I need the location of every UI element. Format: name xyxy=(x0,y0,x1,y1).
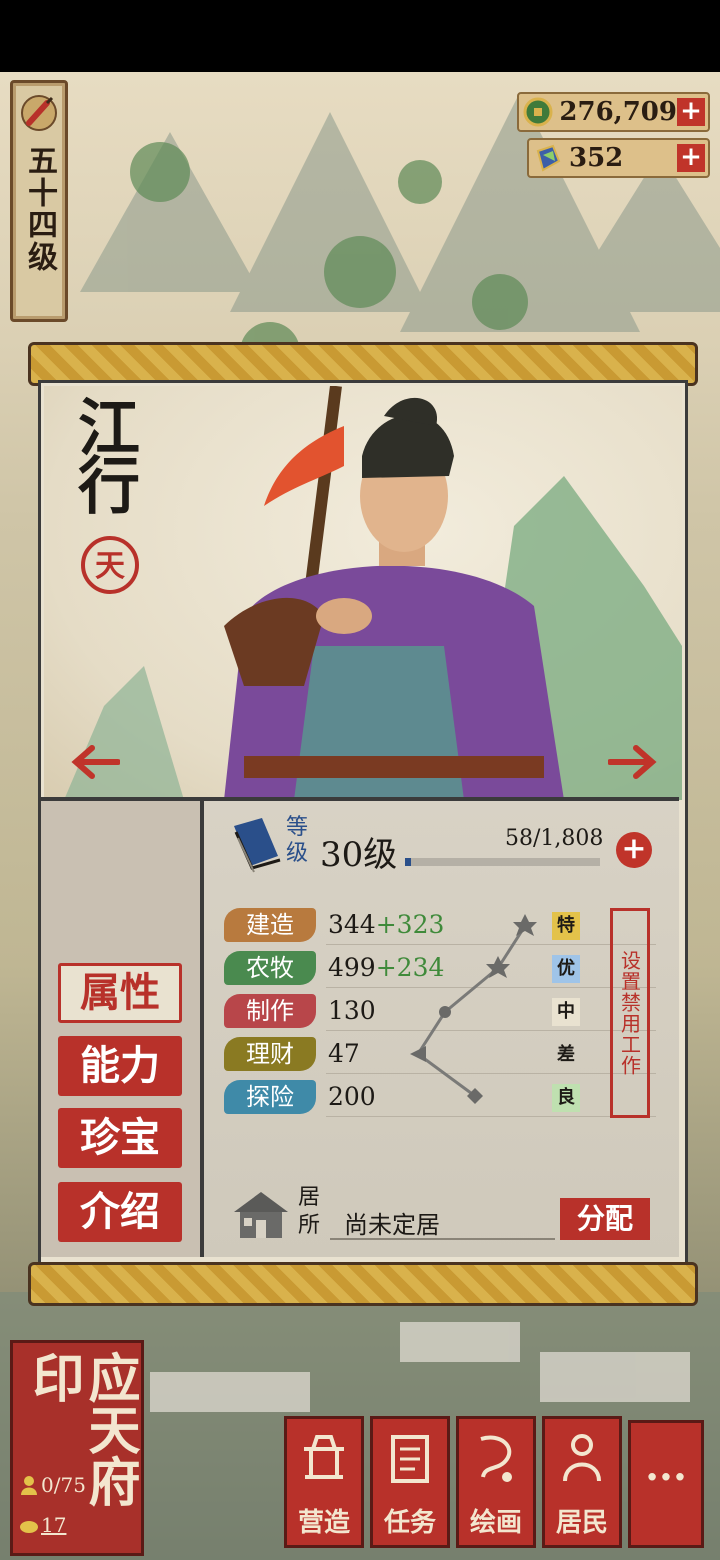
attribute-value: 200 xyxy=(328,1082,376,1111)
brush-emblem-icon xyxy=(21,95,57,131)
seal-stamp-icon: 天 xyxy=(81,536,139,594)
assign-residence-button[interactable]: 分配 xyxy=(560,1198,650,1240)
attribute-grade-graph xyxy=(410,914,537,1104)
painting-icon xyxy=(480,1435,512,1482)
residence-label: 居所 xyxy=(298,1185,321,1238)
jade-icon xyxy=(536,144,561,172)
attribute-label: 农牧 xyxy=(224,951,316,985)
set-banned-work-button[interactable]: 设置禁用工作 xyxy=(610,908,650,1118)
coin-icon xyxy=(523,97,553,127)
painting-menu-button[interactable]: 绘画 xyxy=(456,1416,536,1548)
residents-menu-button[interactable]: 居民 xyxy=(542,1416,622,1548)
player-level-banner[interactable]: 五十四级 xyxy=(10,80,68,322)
attribute-label: 建造 xyxy=(224,908,316,942)
scroll-bottom-rod xyxy=(28,1262,698,1306)
grade-badge: 差 xyxy=(557,1044,575,1065)
population-icon xyxy=(21,1476,37,1495)
population-value: 0/75 xyxy=(41,1473,86,1497)
experience-value: 58/1,808 xyxy=(505,826,604,851)
level-label: 等级 xyxy=(286,815,309,866)
attribute-value: 47 xyxy=(328,1039,360,1068)
resident-icon xyxy=(563,1434,601,1482)
residents-label: 居民 xyxy=(555,1508,608,1538)
build-menu-button[interactable]: 营造 xyxy=(284,1416,364,1548)
attribute-label: 理财 xyxy=(224,1037,316,1071)
previous-character-arrow-icon[interactable] xyxy=(70,742,120,782)
attribute-label: 探险 xyxy=(224,1080,316,1114)
gold-value: 17 xyxy=(41,1513,67,1537)
seal-text: 天 xyxy=(95,549,125,584)
build-icon xyxy=(304,1435,344,1479)
scroll-icon xyxy=(391,1435,429,1483)
residence-underline xyxy=(330,1238,555,1240)
grade-badge: 良 xyxy=(552,1084,580,1112)
tab-abilities[interactable]: 能力 xyxy=(58,1036,182,1096)
painting-label: 绘画 xyxy=(469,1508,522,1538)
level-value: 30级 xyxy=(320,835,398,875)
attribute-label: 制作 xyxy=(224,994,316,1028)
experience-bar xyxy=(405,858,600,866)
tab-treasures[interactable]: 珍宝 xyxy=(58,1108,182,1168)
grade-badge: 优 xyxy=(552,955,580,983)
residence-value: 尚未定居 xyxy=(344,1211,440,1239)
gem-value: 352 xyxy=(569,143,624,173)
gold-ingot-icon xyxy=(20,1521,38,1533)
grade-badge: 中 xyxy=(552,998,580,1026)
gem-counter[interactable]: 352 + xyxy=(527,138,710,178)
tasks-label: 任务 xyxy=(383,1508,436,1538)
city-seal-card[interactable]: 应天府印 0/75 17 xyxy=(10,1340,144,1556)
coin-value: 276,709 xyxy=(559,97,677,127)
add-experience-button[interactable]: + xyxy=(616,832,652,868)
attribute-underline xyxy=(326,1116,656,1117)
house-icon xyxy=(234,1192,288,1238)
add-gems-button[interactable]: + xyxy=(677,144,705,172)
tab-attributes[interactable]: 属性 xyxy=(58,963,182,1023)
tab-introduction[interactable]: 介绍 xyxy=(58,1182,182,1242)
add-coins-button[interactable]: + xyxy=(677,98,705,126)
player-level-text: 五十四级 xyxy=(22,145,57,273)
attribute-value: 130 xyxy=(328,996,376,1025)
experience-bar-fill xyxy=(405,858,412,866)
grade-dot-icon xyxy=(439,1006,451,1018)
build-label: 营造 xyxy=(297,1508,350,1538)
next-character-arrow-icon[interactable] xyxy=(608,742,658,782)
more-menu-button[interactable]: ··· xyxy=(628,1420,704,1548)
grade-badge: 特 xyxy=(552,912,580,940)
book-icon xyxy=(234,818,281,873)
character-name: 江行 xyxy=(67,395,140,511)
grade-triangle-icon xyxy=(410,1046,426,1062)
tasks-menu-button[interactable]: 任务 xyxy=(370,1416,450,1548)
grade-star-icon xyxy=(513,914,537,936)
coin-counter[interactable]: 276,709 + xyxy=(517,92,710,132)
